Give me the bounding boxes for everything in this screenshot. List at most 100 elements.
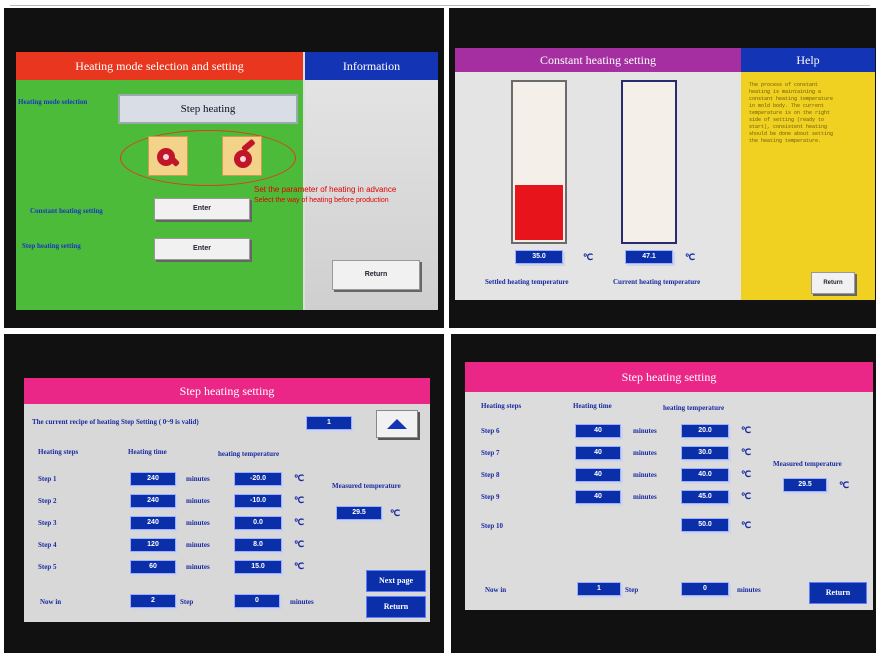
p4-col-steps: Heating steps [481,402,522,410]
p4-now-step-word: Step [625,586,639,594]
set-temp-unit: ℃ [583,252,594,262]
step-time-value[interactable]: 40 [575,468,621,482]
set-temp-bar [511,80,567,244]
panel3-title: Step heating setting [179,384,275,398]
step-minutes-label: minutes [186,541,210,549]
panel1-return-button[interactable]: Return [332,260,420,290]
step-temp-value[interactable]: 15.0 [234,560,282,574]
measured-label: Measured temperature [332,482,401,490]
step-time-value[interactable]: 240 [130,472,176,486]
col-steps: Heating steps [38,448,79,456]
mode-select[interactable]: Step heating [118,94,298,124]
panel2-screen: Constant heating setting Help The proces… [455,48,875,300]
step-minutes-label: minutes [186,563,210,571]
step-minutes-label: minutes [186,497,210,505]
panel3-return-button[interactable]: Return [366,596,426,618]
p4-col-temp: heating temperature [663,404,725,412]
panel1-screen: Heating mode selection and setting Infor… [16,52,438,310]
p4-col-time: Heating time [573,402,612,410]
step-time-value[interactable]: 60 [130,560,176,574]
step-temp-value[interactable]: 30.0 [681,446,729,460]
p4-measured-unit: ℃ [839,480,850,490]
p4-now-in-label: Now in [485,586,507,594]
help-text: The process of constant heating is maint… [749,82,834,144]
step-minutes-label: minutes [633,427,657,435]
step-enter-button[interactable]: Enter [154,238,250,260]
step-label: Step 5 [38,563,57,571]
step-minutes-label: minutes [633,449,657,457]
col-time: Heating time [128,448,167,456]
now-step-value: 2 [130,594,176,608]
p4-now-minutes-word: minutes [737,586,761,594]
step-temp-unit: ℃ [294,517,305,527]
measured-unit: ℃ [390,508,401,518]
panel3-header: Step heating setting [24,378,430,404]
step-label: Step 6 [481,427,500,435]
step-minutes-label: minutes [633,493,657,501]
current-temp-value: 47.1 [625,250,673,264]
panel2-title: Constant heating setting [540,53,656,67]
recipe-value[interactable]: 1 [306,416,352,430]
step-minutes-label: minutes [633,471,657,479]
knob-left-icon [157,148,180,167]
info-header: Information [305,52,438,80]
constant-enter-button[interactable]: Enter [154,198,250,220]
knob-right[interactable] [222,136,262,176]
step-label: Step 2 [38,497,57,505]
panel1-header: Heating mode selection and setting [16,52,303,80]
step-temp-value[interactable]: 40.0 [681,468,729,482]
step-time-value[interactable]: 240 [130,516,176,530]
panel3-screen: Step heating setting The current recipe … [24,378,430,622]
step-temp-value[interactable]: -20.0 [234,472,282,486]
step-minutes-label: minutes [186,519,210,527]
measured-value: 29.5 [336,506,382,520]
knob-right-icon [234,139,255,168]
step-label: Step 9 [481,493,500,501]
p4-step10-unit: ℃ [741,520,752,530]
p4-step10-temp[interactable]: 50.0 [681,518,729,532]
step-temp-value[interactable]: -10.0 [234,494,282,508]
step-time-value[interactable]: 40 [575,490,621,504]
constant-label: Constant heating setting [30,207,103,215]
panel4-header: Step heating setting [465,362,873,392]
p4-measured-value: 29.5 [783,478,827,492]
step-temp-unit: ℃ [294,539,305,549]
step-label: Step heating setting [22,242,81,250]
mode-ellipse [120,130,296,186]
panel1-title: Heating mode selection and setting [75,59,244,73]
panel4-screen: Step heating setting Heating steps Heati… [465,362,873,610]
step-temp-value[interactable]: 45.0 [681,490,729,504]
panel4-return-button[interactable]: Return [809,582,867,604]
step-temp-unit: ℃ [294,561,305,571]
mode-label: Heating mode selection [18,98,88,106]
mode-value: Step heating [180,103,236,115]
step-time-value[interactable]: 240 [130,494,176,508]
knob-left[interactable] [148,136,188,176]
photo-sheet: Heating mode selection and setting Infor… [0,0,880,653]
set-temp-label: Settled heating temperature [485,278,569,286]
current-temp-unit: ℃ [685,252,696,262]
step-time-value[interactable]: 40 [575,446,621,460]
panel2-return-button[interactable]: Return [811,272,855,294]
step-temp-value[interactable]: 0.0 [234,516,282,530]
p4-measured-label: Measured temperature [773,460,842,468]
p4-now-minutes-value: 0 [681,582,729,596]
step-temp-value[interactable]: 8.0 [234,538,282,552]
recipe-up-button[interactable] [376,410,418,438]
step-time-value[interactable]: 120 [130,538,176,552]
next-page-button[interactable]: Next page [366,570,426,592]
info-title: Information [342,59,401,73]
set-temp-value[interactable]: 35.0 [515,250,563,264]
set-temp-fill [515,185,563,240]
step-label: Step 1 [38,475,57,483]
now-step-word: Step [180,598,194,606]
annotation-line-1: Set the parameter of heating in advance [254,185,397,194]
top-divider [10,0,870,6]
step-temp-unit: ℃ [741,447,752,457]
step-label: Step 8 [481,471,500,479]
current-temp-bar [621,80,677,244]
help-title: Help [796,53,820,67]
step-temp-value[interactable]: 20.0 [681,424,729,438]
step-time-value[interactable]: 40 [575,424,621,438]
p4-step10-label: Step 10 [481,522,503,530]
